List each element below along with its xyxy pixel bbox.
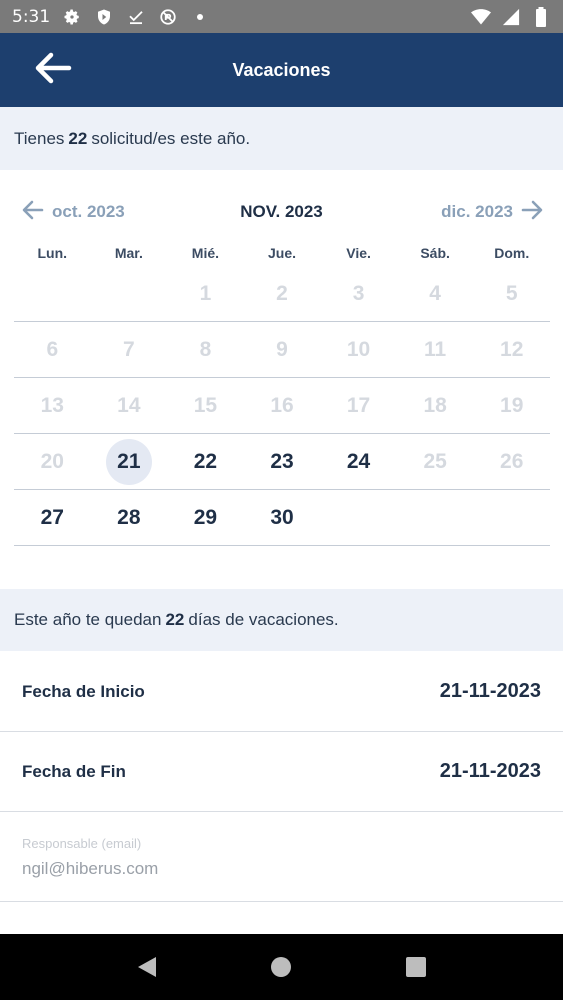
arrow-back-icon: [34, 52, 72, 89]
calendar-day[interactable]: 22: [167, 434, 244, 489]
no-sim-icon: [158, 7, 178, 27]
next-month-label: dic. 2023: [441, 202, 513, 221]
calendar-day: 10: [346, 337, 371, 361]
start-date-field[interactable]: Fecha de Inicio 21-11-2023: [0, 652, 563, 732]
end-date-value: 21-11-2023: [439, 760, 541, 782]
days-count: 22: [165, 610, 185, 629]
days-banner: Este año te quedan 22 días de vacaciones…: [0, 589, 563, 651]
calendar-week: 13 14 15 16 17 18 19: [14, 378, 550, 434]
wifi-icon: [471, 7, 491, 27]
system-navigation-bar: [0, 934, 563, 1000]
calendar-empty-cell: [14, 266, 91, 321]
calendar-day: 6: [46, 337, 59, 361]
calendar-week: 6 7 8 9 10 11 12: [14, 322, 550, 378]
back-button[interactable]: [30, 50, 76, 90]
prev-month-label: oct. 2023: [52, 202, 125, 221]
calendar-day: 25: [423, 449, 447, 473]
email-input[interactable]: [22, 859, 541, 879]
weekday-label: Mié.: [191, 245, 220, 261]
battery-icon: [531, 6, 551, 27]
calendar-day: 17: [346, 393, 371, 417]
calendar-day: 8: [199, 337, 212, 361]
calendar-day[interactable]: 24: [320, 434, 397, 489]
signal-icon: [501, 7, 521, 27]
status-left: 5:31: [12, 7, 210, 27]
calendar-day: 14: [117, 393, 141, 417]
calendar-day: 1: [199, 281, 212, 305]
calendar-day: 12: [500, 337, 524, 361]
arrow-right-icon: [521, 200, 543, 225]
calendar-day: 4: [429, 281, 441, 305]
calendar-day-selected[interactable]: 21: [91, 434, 168, 489]
days-prefix: Este año te quedan: [14, 610, 162, 629]
calendar-day: 13: [40, 393, 64, 417]
calendar-day: 26: [500, 449, 524, 473]
page-title: Vacaciones: [232, 59, 331, 80]
download-done-icon: [126, 7, 146, 27]
recents-square-icon[interactable]: [400, 951, 432, 983]
prev-month-button[interactable]: oct. 2023: [22, 200, 125, 225]
weekday-header: Lun. Mar. Mié. Jue. Vie. Sáb. Dom.: [14, 240, 550, 266]
calendar-empty-cell: [473, 490, 550, 545]
calendar-day: 19: [500, 393, 524, 417]
requests-suffix: solicitud/es este año.: [91, 128, 251, 148]
weekday-label: Mar.: [114, 245, 143, 261]
requests-count: 22: [68, 128, 88, 148]
calendar-day[interactable]: 23: [244, 434, 321, 489]
settings-icon: [62, 7, 82, 27]
status-bar: 5:31: [0, 0, 563, 33]
calendar-day: 9: [276, 337, 288, 361]
status-time: 5:31: [12, 6, 51, 27]
calendar-week: 27 28 29 30: [14, 490, 550, 546]
calendar-day[interactable]: 30: [244, 490, 321, 545]
weekday-label: Vie.: [346, 245, 371, 261]
requests-prefix: Tienes: [14, 128, 65, 148]
weekday-label: Lun.: [37, 245, 68, 261]
calendar-day: 16: [270, 393, 294, 417]
email-field-label: Responsable (email): [22, 836, 142, 851]
responsible-email-field: Responsable (email): [0, 812, 563, 902]
shield-play-icon: [94, 7, 114, 27]
next-month-button[interactable]: dic. 2023: [441, 200, 543, 225]
dot-icon: [190, 7, 210, 27]
calendar-day: 2: [276, 281, 288, 305]
weekday-label: Jue.: [267, 245, 296, 261]
calendar-day: 5: [505, 281, 518, 305]
calendar-day[interactable]: 27: [14, 490, 91, 545]
calendar-day: 18: [423, 393, 447, 417]
calendar-week: 1 2 3 4 5: [14, 266, 550, 322]
calendar-day: 20: [40, 449, 64, 473]
requests-banner: Tienes 22 solicitud/es este año.: [0, 107, 563, 170]
start-date-value: 21-11-2023: [439, 680, 541, 702]
calendar-day[interactable]: 28: [91, 490, 168, 545]
status-right: [471, 6, 551, 27]
calendar-empty-cell: [397, 490, 474, 545]
end-date-field[interactable]: Fecha de Fin 21-11-2023: [0, 732, 563, 812]
days-suffix: días de vacaciones.: [188, 610, 339, 629]
calendar-day: 11: [424, 337, 447, 361]
start-date-label: Fecha de Inicio: [22, 681, 145, 701]
arrow-left-icon: [22, 200, 44, 225]
calendar-empty-cell: [91, 266, 168, 321]
calendar-day: 15: [193, 393, 218, 417]
calendar-header: oct. 2023 NOV. 2023 dic. 2023: [0, 190, 563, 234]
home-circle-icon[interactable]: [265, 951, 297, 983]
weekday-label: Sáb.: [420, 245, 450, 261]
calendar-day: 3: [352, 281, 365, 305]
app-bar: Vacaciones: [0, 33, 563, 107]
weekday-label: Dom.: [494, 245, 530, 261]
end-date-label: Fecha de Fin: [22, 761, 126, 781]
calendar-empty-cell: [320, 490, 397, 545]
calendar-day[interactable]: 29: [167, 490, 244, 545]
calendar-day: 7: [123, 337, 135, 361]
back-triangle-icon[interactable]: [131, 951, 163, 983]
calendar-week: 20 21 22 23 24 25 26: [14, 434, 550, 490]
